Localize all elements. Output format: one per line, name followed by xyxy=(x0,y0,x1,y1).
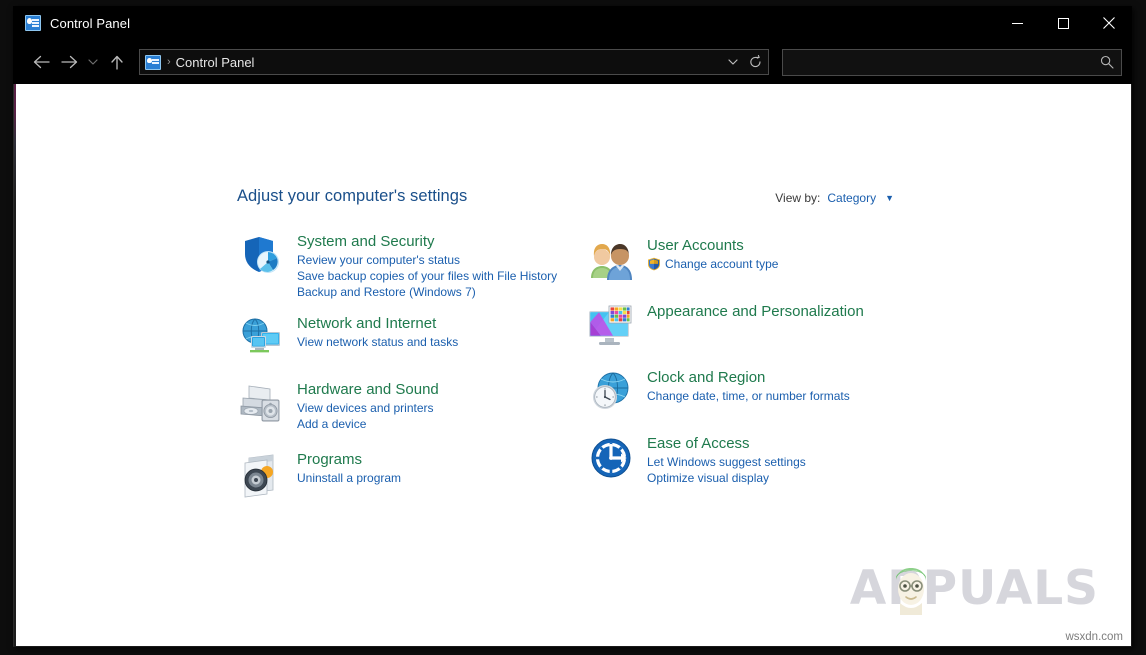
category-link[interactable]: Optimize visual display xyxy=(647,470,769,486)
watermark-text: APPUALS xyxy=(849,561,1099,616)
control-panel-window: Control Panel › Control Panel Adjust you… xyxy=(13,6,1132,647)
refresh-icon xyxy=(749,55,761,68)
search-input[interactable] xyxy=(791,55,1100,69)
view-by-control: View by: Category ▼ xyxy=(775,191,894,205)
user-accounts-people-icon xyxy=(587,236,635,284)
navigation-bar: › Control Panel xyxy=(13,40,1132,84)
category-body: Clock and Region Change date, time, or n… xyxy=(647,368,850,416)
category-clock-and-region: Clock and Region Change date, time, or n… xyxy=(587,368,927,416)
network-globe-monitor-icon xyxy=(237,314,285,362)
category-link[interactable]: Change date, time, or number formats xyxy=(647,388,850,404)
category-title[interactable]: System and Security xyxy=(297,232,435,251)
category-link[interactable]: Add a device xyxy=(297,416,366,432)
category-title[interactable]: Appearance and Personalization xyxy=(647,302,864,321)
minimize-icon xyxy=(1011,22,1023,24)
monitor-palette-icon xyxy=(587,302,635,350)
maximize-icon xyxy=(1057,17,1069,29)
forward-arrow-icon xyxy=(60,55,77,69)
right-column: User Accounts Change account type Appear… xyxy=(587,232,927,510)
category-link[interactable]: Uninstall a program xyxy=(297,470,401,486)
programs-disc-icon xyxy=(237,450,285,498)
breadcrumb-control-panel-icon xyxy=(145,54,161,70)
category-system-and-security: System and Security Review your computer… xyxy=(237,232,587,300)
chevron-down-icon xyxy=(88,59,98,65)
category-hardware-and-sound: Hardware and Sound View devices and prin… xyxy=(237,380,587,432)
minimize-button[interactable] xyxy=(994,6,1040,40)
category-network-and-internet: Network and Internet View network status… xyxy=(237,314,587,362)
up-button[interactable] xyxy=(103,48,131,76)
left-rail-divider xyxy=(14,84,16,646)
breadcrumb-separator: › xyxy=(167,56,171,68)
refresh-button[interactable] xyxy=(744,50,766,74)
category-user-accounts: User Accounts Change account type xyxy=(587,236,927,284)
category-title[interactable]: Programs xyxy=(297,450,362,469)
category-ease-of-access: Ease of Access Let Windows suggest setti… xyxy=(587,434,927,486)
address-bar[interactable]: › Control Panel xyxy=(139,49,769,75)
category-body: Ease of Access Let Windows suggest setti… xyxy=(647,434,806,486)
left-column: System and Security Review your computer… xyxy=(237,232,587,510)
category-body: User Accounts Change account type xyxy=(647,236,778,284)
maximize-button[interactable] xyxy=(1040,6,1086,40)
chevron-down-icon xyxy=(728,59,738,65)
view-by-label: View by: xyxy=(775,191,821,205)
close-icon xyxy=(1103,17,1115,29)
forward-button[interactable] xyxy=(55,48,83,76)
category-link[interactable]: View devices and printers xyxy=(297,400,434,416)
category-columns: System and Security Review your computer… xyxy=(237,232,937,510)
uac-shield-icon xyxy=(647,257,661,271)
site-watermark: wsxdn.com xyxy=(1065,631,1123,643)
appuals-mascot-icon xyxy=(884,555,938,615)
category-link[interactable]: View network status and tasks xyxy=(297,334,458,350)
recent-locations-button[interactable] xyxy=(83,48,103,76)
screen: Control Panel › Control Panel Adjust you… xyxy=(0,0,1146,655)
shield-performance-icon xyxy=(237,232,285,280)
category-title[interactable]: Clock and Region xyxy=(647,368,765,387)
category-link[interactable]: Review your computer's status xyxy=(297,252,460,268)
category-body: Appearance and Personalization xyxy=(647,302,864,350)
category-title[interactable]: Network and Internet xyxy=(297,314,436,333)
category-body: Hardware and Sound View devices and prin… xyxy=(297,380,439,432)
search-box[interactable] xyxy=(782,48,1122,76)
window-controls xyxy=(994,6,1132,40)
up-arrow-icon xyxy=(111,55,123,70)
page-title: Adjust your computer's settings xyxy=(237,187,468,205)
address-dropdown-button[interactable] xyxy=(722,50,744,74)
view-by-value[interactable]: Category xyxy=(827,191,876,205)
category-title[interactable]: Hardware and Sound xyxy=(297,380,439,399)
category-body: System and Security Review your computer… xyxy=(297,232,557,300)
back-button[interactable] xyxy=(27,48,55,76)
category-link[interactable]: Backup and Restore (Windows 7) xyxy=(297,284,476,300)
category-link[interactable]: Let Windows suggest settings xyxy=(647,454,806,470)
close-button[interactable] xyxy=(1086,6,1132,40)
category-body: Network and Internet View network status… xyxy=(297,314,458,362)
category-link-change-account-type[interactable]: Change account type xyxy=(647,256,778,272)
category-link[interactable]: Save backup copies of your files with Fi… xyxy=(297,268,557,284)
category-appearance-and-personalization: Appearance and Personalization xyxy=(587,302,927,350)
search-icon[interactable] xyxy=(1100,55,1114,69)
category-body: Programs Uninstall a program xyxy=(297,450,401,498)
window-title: Control Panel xyxy=(50,15,131,31)
title-bar: Control Panel xyxy=(13,6,1132,40)
back-arrow-icon xyxy=(33,55,50,69)
category-title[interactable]: Ease of Access xyxy=(647,434,750,453)
category-title[interactable]: User Accounts xyxy=(647,236,744,255)
chevron-down-icon[interactable]: ▼ xyxy=(885,193,894,203)
appuals-watermark: APPUALS xyxy=(850,561,1099,616)
control-panel-icon xyxy=(25,15,41,31)
category-programs: Programs Uninstall a program xyxy=(237,450,587,498)
ease-of-access-icon xyxy=(587,434,635,482)
clock-globe-icon xyxy=(587,368,635,416)
category-link-label: Change account type xyxy=(665,257,779,271)
content-area: Adjust your computer's settings View by:… xyxy=(13,84,1132,647)
printer-speaker-icon xyxy=(237,380,285,428)
breadcrumb-text[interactable]: Control Panel xyxy=(176,55,722,70)
